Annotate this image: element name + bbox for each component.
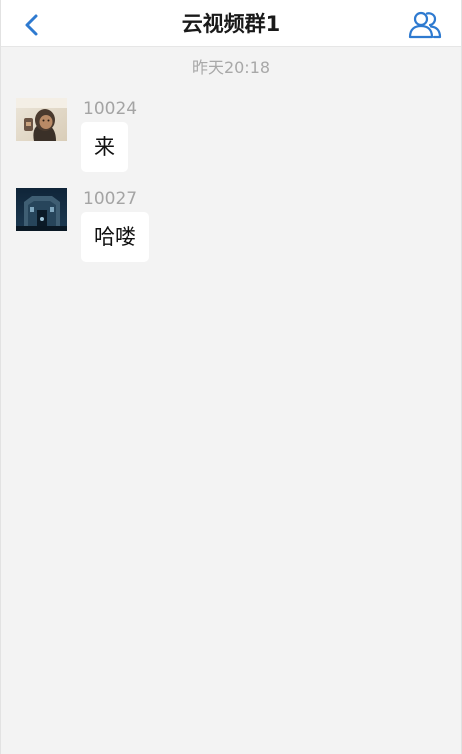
user-photo-avatar	[16, 188, 67, 231]
avatar[interactable]	[16, 98, 67, 141]
message-bubble[interactable]: 来	[81, 122, 128, 172]
user-photo-avatar	[16, 98, 67, 141]
message-timestamp: 昨天20:18	[191, 58, 271, 77]
group-members-button[interactable]	[405, 8, 445, 42]
avatar[interactable]	[16, 188, 67, 231]
message-bubble[interactable]: 哈喽	[81, 212, 149, 262]
group-members-icon	[408, 11, 442, 39]
page-title: 云视频群1	[181, 12, 281, 36]
nav-bar: 云视频群1	[1, 0, 461, 47]
chat-screen: 云视频群1 昨天20:18 10024 来 10027 哈喽	[0, 0, 462, 754]
sender-name: 10024	[83, 99, 138, 119]
sender-name: 10027	[83, 189, 138, 209]
